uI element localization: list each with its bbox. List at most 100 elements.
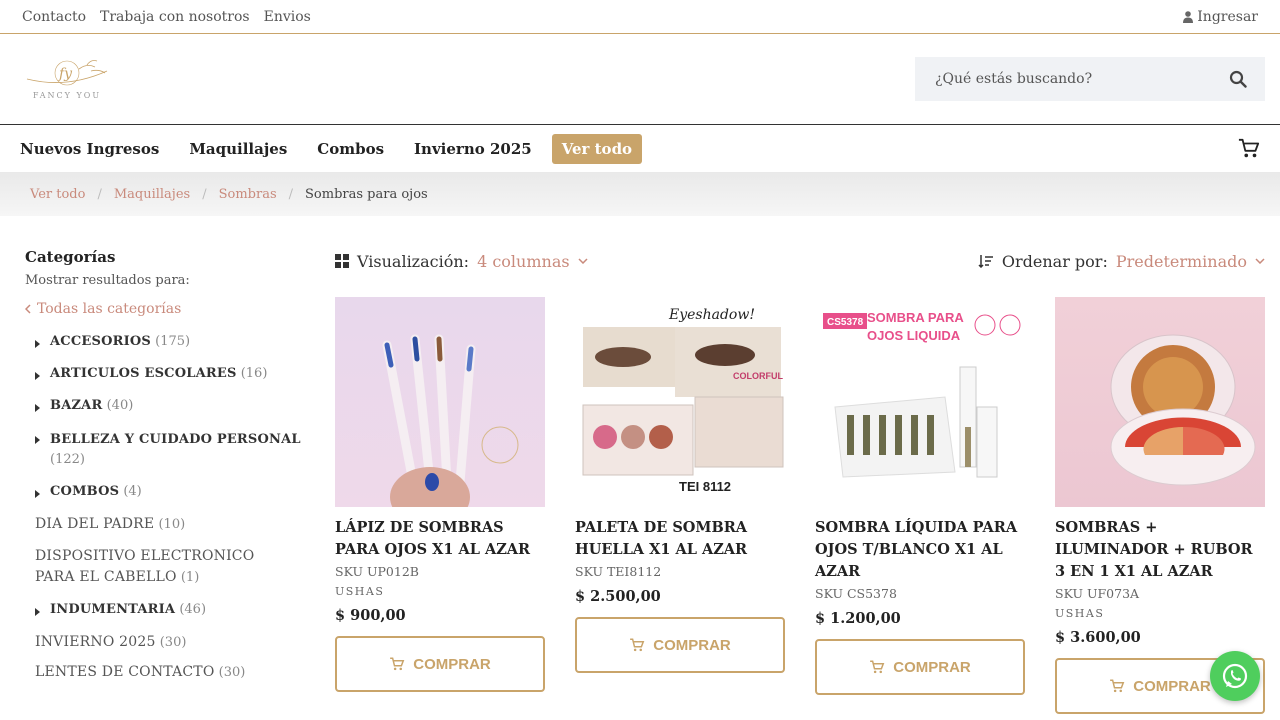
login-label: Ingresar <box>1197 8 1258 25</box>
product-sku: SKU TEI8112 <box>575 564 662 579</box>
category-item-combos[interactable]: COMBOS (4) <box>25 484 315 502</box>
view-selector[interactable]: Visualización: 4 columnas <box>335 252 588 271</box>
contact-link[interactable]: Contacto <box>22 9 86 25</box>
product-card: LÁPIZ DE SOMBRAS PARA OJOS X1 AL AZAR SK… <box>335 297 545 714</box>
search-box <box>915 57 1265 101</box>
sidebar: Categorías Mostrar resultados para: Toda… <box>25 248 315 714</box>
category-name: INVIERNO 2025 <box>35 634 156 650</box>
whatsapp-button[interactable] <box>1210 651 1260 701</box>
buy-button[interactable]: COMPRAR <box>815 639 1025 695</box>
category-name: BAZAR <box>50 398 103 413</box>
category-list: ACCESORIOS (175) ARTICULOS ESCOLARES (16… <box>25 334 315 680</box>
breadcrumb-shadows[interactable]: Sombras <box>219 187 277 202</box>
cart-icon <box>870 660 885 673</box>
cart-icon <box>630 638 645 651</box>
breadcrumb-see-all[interactable]: Ver todo <box>30 187 85 202</box>
logo-leaf-icon: fy <box>26 59 108 85</box>
work-with-us-link[interactable]: Trabaja con nosotros <box>100 9 250 25</box>
category-name: DIA DEL PADRE <box>35 516 155 532</box>
search-icon[interactable] <box>1229 70 1247 88</box>
product-image-text: Eyeshadow! <box>668 307 755 323</box>
product-area: Visualización: 4 columnas Ordenar por: P… <box>335 248 1265 714</box>
top-bar: Contacto Trabaja con nosotros Envios Ing… <box>0 0 1280 34</box>
categories-title: Categorías <box>25 248 116 266</box>
product-card: CS5378 SOMBRA PARA OJOS LIQUIDA SOMBRA L… <box>815 297 1025 714</box>
caret-right-icon <box>25 334 50 352</box>
product-image-text: SOMBRA PARA OJOS LIQUIDA <box>867 310 964 343</box>
logo-brand: FANCY YOU <box>32 90 102 100</box>
nav-makeup[interactable]: Maquillajes <box>189 140 287 158</box>
product-card: Eyeshadow! TEI 8112 COLORFUL PALETA DE S… <box>575 297 785 714</box>
product-title[interactable]: SOMBRA LÍQUIDA PARA OJOS T/BLANCO X1 AL … <box>815 517 1025 583</box>
product-title[interactable]: LÁPIZ DE SOMBRAS PARA OJOS X1 AL AZAR <box>335 517 545 561</box>
breadcrumb-makeup[interactable]: Maquillajes <box>114 187 190 202</box>
whatsapp-icon <box>1222 663 1248 689</box>
category-item-accesorios[interactable]: ACCESORIOS (175) <box>25 334 315 352</box>
product-price: $ 900,00 <box>335 607 406 624</box>
category-item-articulos-escolares[interactable]: ARTICULOS ESCOLARES (16) <box>25 366 315 384</box>
all-categories-label: Todas las categorías <box>37 301 182 317</box>
sort-label: Ordenar por: <box>1001 251 1108 271</box>
product-brand: USHAS <box>1055 607 1105 620</box>
all-categories-link[interactable]: Todas las categorías <box>25 301 315 317</box>
view-value: 4 columnas <box>477 251 570 271</box>
chevron-down-icon <box>578 258 588 264</box>
product-price: $ 2.500,00 <box>575 588 661 605</box>
nav-new-arrivals[interactable]: Nuevos Ingresos <box>20 140 159 158</box>
category-name: BELLEZA Y CUIDADO PERSONAL <box>50 432 301 447</box>
breadcrumb-separator: / <box>97 186 102 202</box>
product-image[interactable] <box>335 297 545 507</box>
category-item-bazar[interactable]: BAZAR (40) <box>25 398 315 416</box>
cart-icon <box>390 657 405 670</box>
cart-icon[interactable] <box>1238 138 1260 160</box>
product-image[interactable] <box>1055 297 1265 507</box>
product-image[interactable]: CS5378 SOMBRA PARA OJOS LIQUIDA <box>815 297 1025 507</box>
grid-icon <box>335 254 349 268</box>
product-price: $ 3.600,00 <box>1055 629 1141 646</box>
category-item-invierno[interactable]: INVIERNO 2025 (30) <box>25 634 315 650</box>
category-name: INDUMENTARIA <box>50 602 176 617</box>
category-count: (1) <box>180 570 200 585</box>
breadcrumb-separator: / <box>288 186 294 202</box>
category-name: DISPOSITIVO ELECTRONICO PARA EL CABELLO <box>35 548 255 585</box>
shipping-link[interactable]: Envios <box>264 9 311 25</box>
nav-combos[interactable]: Combos <box>317 140 384 158</box>
breadcrumb-separator: / <box>202 186 207 202</box>
sort-value: Predeterminado <box>1115 251 1247 271</box>
product-image[interactable]: Eyeshadow! TEI 8112 COLORFUL <box>575 297 785 507</box>
category-item-dispositivo[interactable]: DISPOSITIVO ELECTRONICO PARA EL CABELLO … <box>25 546 315 588</box>
caret-right-icon <box>25 602 50 620</box>
user-icon <box>1183 10 1194 23</box>
product-image-text: COLORFUL <box>733 371 783 381</box>
product-brand: USHAS <box>335 585 385 598</box>
logo-mark: fy <box>58 66 73 82</box>
sort-selector[interactable]: Ordenar por: Predeterminado <box>978 252 1265 271</box>
breadcrumb: Ver todo / Maquillajes / Sombras / Sombr… <box>0 172 1280 216</box>
header: fy FANCY YOU <box>0 34 1280 125</box>
category-count: (46) <box>179 602 207 617</box>
search-input[interactable] <box>935 71 1195 87</box>
buy-label: COMPRAR <box>413 655 491 673</box>
cart-icon <box>1110 679 1125 692</box>
view-label: Visualización: <box>357 251 470 271</box>
category-item-belleza[interactable]: BELLEZA Y CUIDADO PERSONAL (122) <box>25 430 315 470</box>
categories-subtitle: Mostrar resultados para: <box>25 273 190 288</box>
product-title[interactable]: PALETA DE SOMBRA HUELLA X1 AL AZAR <box>575 517 785 561</box>
category-count: (30) <box>159 635 187 650</box>
category-item-lentes[interactable]: LENTES DE CONTACTO (30) <box>25 664 315 680</box>
category-count: (175) <box>155 334 191 349</box>
chevron-left-icon <box>25 304 31 314</box>
logo[interactable]: fy FANCY YOU <box>15 52 119 107</box>
product-sku: SKU UP012B <box>335 564 419 579</box>
login-link[interactable]: Ingresar <box>1183 9 1258 25</box>
buy-label: COMPRAR <box>653 636 731 654</box>
category-item-dia-del-padre[interactable]: DIA DEL PADRE (10) <box>25 516 315 532</box>
category-count: (10) <box>158 517 186 532</box>
nav-see-all-button[interactable]: Ver todo <box>551 133 643 164</box>
buy-button[interactable]: COMPRAR <box>335 636 545 692</box>
buy-button[interactable]: COMPRAR <box>575 617 785 673</box>
category-item-indumentaria[interactable]: INDUMENTARIA (46) <box>25 602 315 620</box>
nav-winter-2025[interactable]: Invierno 2025 <box>414 140 532 158</box>
product-title[interactable]: SOMBRAS + ILUMINADOR + RUBOR 3 EN 1 X1 A… <box>1055 517 1265 583</box>
category-count: (4) <box>123 484 142 499</box>
